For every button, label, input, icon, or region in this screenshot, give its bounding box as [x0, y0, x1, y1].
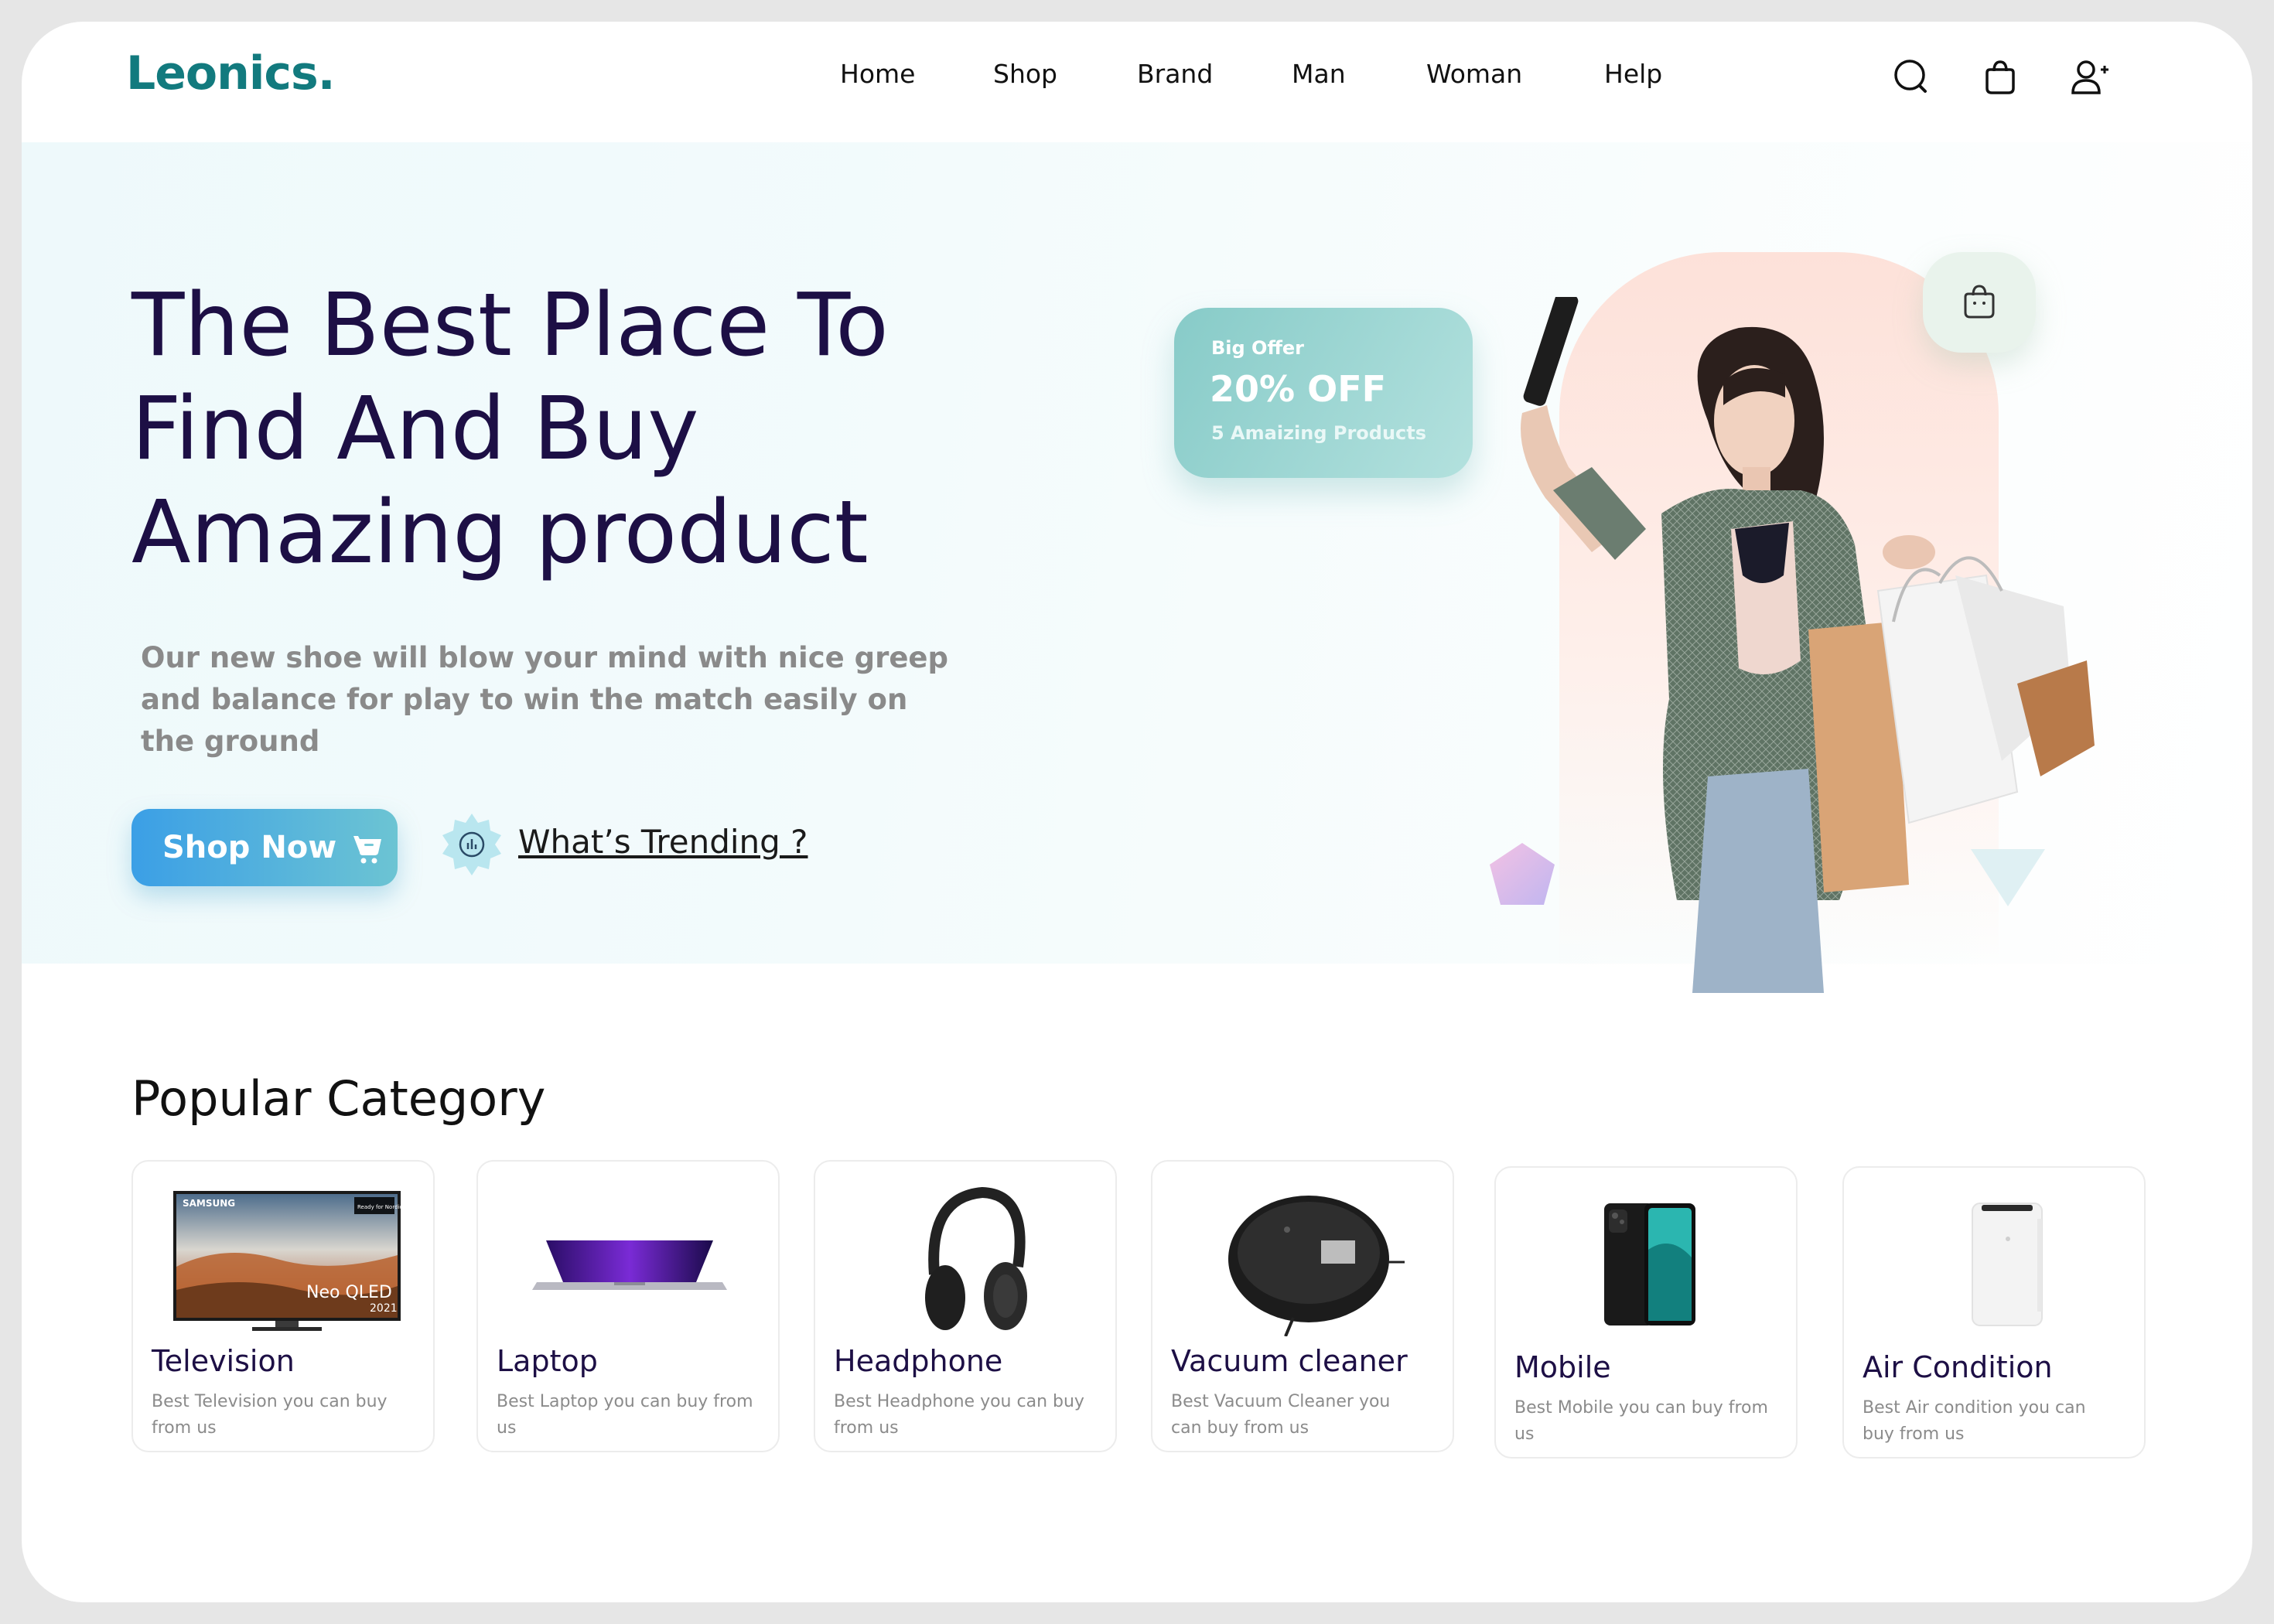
- laptop-image: [532, 1240, 727, 1290]
- hero-title-line: Find And Buy: [131, 379, 699, 479]
- hero-section: The Best Place To Find And Buy Amazing p…: [22, 142, 2252, 993]
- category-description-line: Best Television you can buy: [152, 1392, 388, 1411]
- shop-now-button[interactable]: Shop Now: [131, 809, 398, 886]
- offer-subtitle: 5 Amaizing Products: [1211, 422, 1427, 444]
- hero-title-line: The Best Place To: [131, 275, 889, 376]
- tv-year-text: 2021: [370, 1302, 398, 1315]
- bag-badge: [1923, 252, 2036, 353]
- chart-badge-icon[interactable]: [439, 812, 504, 877]
- category-card-laptop[interactable]: Laptop Best Laptop you can buy from us: [476, 1160, 780, 1452]
- hero-description: Our new shoe will blow your mind with ni…: [141, 637, 949, 763]
- category-description-line: us: [1514, 1424, 1535, 1444]
- category-name: Headphone: [834, 1344, 1003, 1378]
- nav-woman[interactable]: Woman: [1426, 59, 1522, 89]
- mobile-image: [1604, 1203, 1695, 1325]
- section-title: Popular Category: [131, 1070, 546, 1127]
- category-card-air-condition[interactable]: Air Condition Best Air condition you can…: [1842, 1166, 2146, 1459]
- triangle-decoration: [1971, 849, 2045, 906]
- tv-model-text: Neo QLED: [306, 1283, 392, 1302]
- hero-title: The Best Place To Find And Buy Amazing p…: [131, 274, 944, 585]
- category-name: Television: [152, 1344, 295, 1378]
- category-name: Laptop: [497, 1344, 598, 1378]
- category-description: Best Laptop you can buy from us: [497, 1389, 760, 1441]
- nav-help[interactable]: Help: [1604, 59, 1662, 89]
- category-description-line: Best Headphone you can buy: [834, 1392, 1084, 1411]
- category-description-line: from us: [152, 1418, 217, 1438]
- hero-description-line: and balance for play to win the match ea…: [141, 683, 908, 716]
- nav-man[interactable]: Man: [1292, 59, 1346, 89]
- category-description-line: from us: [834, 1418, 899, 1438]
- category-card-mobile[interactable]: Mobile Best Mobile you can buy from us: [1494, 1166, 1798, 1459]
- shopping-bag-icon: [1964, 285, 1995, 319]
- pentagon-decoration: [1490, 843, 1555, 905]
- category-description: Best Mobile you can buy from us: [1514, 1395, 1777, 1448]
- shop-now-label: Shop Now: [162, 830, 337, 865]
- offer-discount: 20% OFF: [1210, 368, 1387, 410]
- category-description-line: buy from us: [1863, 1424, 1965, 1444]
- category-description-line: Best Air condition you can: [1863, 1398, 2086, 1418]
- headphone-image: [925, 1186, 1027, 1330]
- category-description-line: Best Laptop you can buy from: [497, 1392, 753, 1411]
- hero-description-line: Our new shoe will blow your mind with ni…: [141, 641, 949, 674]
- category-card-headphone[interactable]: Headphone Best Headphone you can buy fro…: [814, 1160, 1117, 1452]
- category-description: Best Vacuum Cleaner you can buy from us: [1171, 1389, 1434, 1441]
- nav-brand[interactable]: Brand: [1137, 59, 1213, 89]
- category-card-vacuum-cleaner[interactable]: Vacuum cleaner Best Vacuum Cleaner you c…: [1151, 1160, 1454, 1452]
- nav-shop[interactable]: Shop: [993, 59, 1057, 89]
- hero-title-line: Amazing product: [131, 483, 869, 583]
- whats-trending-link[interactable]: What’s Trending ?: [518, 823, 808, 861]
- shopping-bag-icon[interactable]: [1977, 54, 2023, 101]
- vacuum-cleaner-image: [1228, 1196, 1405, 1336]
- page-frame: Leonics. Home Shop Brand Man Woman Help …: [22, 22, 2252, 1602]
- offer-label: Big Offer: [1211, 337, 1305, 359]
- search-icon[interactable]: [1889, 54, 1935, 101]
- category-card-television[interactable]: SAMSUNG Ready for Nordics Neo QLED 2021 …: [131, 1160, 435, 1452]
- add-user-icon[interactable]: [2067, 54, 2113, 101]
- brand-logo[interactable]: Leonics.: [126, 46, 335, 101]
- tv-brand-text: SAMSUNG: [183, 1198, 235, 1209]
- category-description: Best Television you can buy from us: [152, 1389, 415, 1441]
- category-description-line: Best Mobile you can buy from: [1514, 1398, 1768, 1418]
- television-image: SAMSUNG Ready for Nordics Neo QLED 2021: [173, 1191, 405, 1331]
- air-conditioner-image: [1972, 1203, 2043, 1326]
- category-name: Vacuum cleaner: [1171, 1344, 1408, 1378]
- offer-card: Big Offer 20% OFF 5 Amaizing Products: [1174, 308, 1473, 478]
- category-description: Best Headphone you can buy from us: [834, 1389, 1097, 1441]
- tv-badge-text: Ready for Nordics: [357, 1204, 405, 1210]
- category-description: Best Air condition you can buy from us: [1863, 1395, 2125, 1448]
- category-name: Mobile: [1514, 1350, 1611, 1384]
- hero-description-line: the ground: [141, 725, 320, 758]
- nav-home[interactable]: Home: [840, 59, 915, 89]
- category-description-line: Best Vacuum Cleaner you: [1171, 1392, 1391, 1411]
- category-name: Air Condition: [1863, 1350, 2053, 1384]
- category-description-line: us: [497, 1418, 517, 1438]
- category-description-line: can buy from us: [1171, 1418, 1309, 1438]
- cart-icon: [353, 836, 382, 864]
